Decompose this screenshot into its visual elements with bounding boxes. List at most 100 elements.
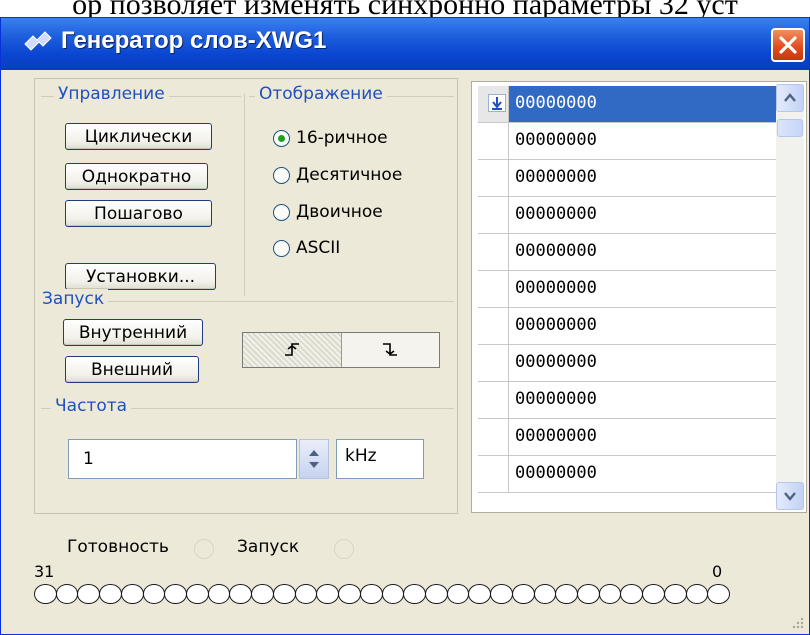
chevron-down-icon xyxy=(784,492,796,501)
row-gutter xyxy=(478,160,509,196)
word-row[interactable]: 00000000 xyxy=(478,456,778,493)
bit-terminal[interactable] xyxy=(359,584,383,604)
word-value: 00000000 xyxy=(515,130,597,150)
bit-terminal[interactable] xyxy=(490,584,513,604)
radio-binary-dot[interactable] xyxy=(273,203,290,221)
cyclic-button[interactable]: Циклически xyxy=(65,123,212,150)
radio-decimal-dot[interactable] xyxy=(273,166,290,184)
row-gutter xyxy=(478,86,509,122)
spin-down-icon[interactable] xyxy=(309,462,319,468)
word-row[interactable]: 00000000 xyxy=(478,123,778,160)
trigger-group-title: Запуск xyxy=(38,289,109,309)
bit-terminal[interactable] xyxy=(642,584,665,604)
bit-terminal[interactable] xyxy=(251,584,274,604)
bit-terminal[interactable] xyxy=(707,584,730,604)
external-trigger-button[interactable]: Внешний xyxy=(65,356,199,383)
bit-terminal[interactable] xyxy=(663,584,687,604)
ready-indicator xyxy=(194,539,214,559)
bit-terminal[interactable] xyxy=(272,584,296,604)
spin-up-icon[interactable] xyxy=(309,450,319,456)
radio-decimal[interactable]: Десятичное xyxy=(273,165,402,185)
bit-terminal[interactable] xyxy=(685,584,709,604)
bit-terminal[interactable] xyxy=(34,584,57,604)
word-row[interactable]: 00000000 xyxy=(478,160,778,197)
settings-button[interactable]: Установки... xyxy=(65,263,216,290)
word-row[interactable]: 00000000 xyxy=(478,345,778,382)
output-bit-terminals xyxy=(34,584,730,606)
single-button[interactable]: Однократно xyxy=(65,163,208,190)
word-row[interactable]: 00000000 xyxy=(478,419,778,456)
radio-hex-dot[interactable] xyxy=(273,129,290,147)
frequency-unit-select[interactable]: kHz xyxy=(336,439,424,479)
bit-terminal[interactable] xyxy=(142,584,166,604)
scroll-up-button[interactable] xyxy=(776,84,804,112)
word-row[interactable]: 00000000 xyxy=(478,382,778,419)
word-value: 00000000 xyxy=(515,352,597,372)
frequency-spinner[interactable] xyxy=(299,439,329,479)
bit-terminal[interactable] xyxy=(511,584,535,604)
step-button[interactable]: Пошагово xyxy=(65,200,212,227)
resize-grip-icon[interactable] xyxy=(791,616,805,630)
word-list-grid: 00000000 00000000 00000000 00000000 00000000… xyxy=(478,86,778,510)
word-row[interactable]: 00000000 xyxy=(478,271,778,308)
word-list-scrollbar[interactable] xyxy=(776,84,804,510)
radio-binary[interactable]: Двоичное xyxy=(273,202,383,222)
word-value: 00000000 xyxy=(515,389,597,409)
run-label: Запуск xyxy=(237,537,300,557)
bit-terminal[interactable] xyxy=(55,584,79,604)
bit-terminal[interactable] xyxy=(468,584,492,604)
word-row[interactable]: 00000000 xyxy=(478,308,778,345)
bit-terminal[interactable] xyxy=(533,584,557,604)
radio-hex-label: 16-ричное xyxy=(296,128,388,148)
word-row[interactable]: 00000000 xyxy=(478,86,778,123)
bit-terminal[interactable] xyxy=(576,584,600,604)
word-value: 00000000 xyxy=(515,167,597,187)
row-gutter xyxy=(478,308,509,344)
bit-terminal[interactable] xyxy=(294,584,318,604)
internal-trigger-button[interactable]: Внутренний xyxy=(63,319,203,346)
word-generator-icon xyxy=(23,30,53,56)
title-bar[interactable]: Генератор слов-XWG1 xyxy=(1,18,809,70)
bit-terminal[interactable] xyxy=(555,584,578,604)
bit-terminal[interactable] xyxy=(229,584,253,604)
bit-terminal[interactable] xyxy=(620,584,644,604)
bit-terminal[interactable] xyxy=(424,584,448,604)
radio-hex[interactable]: 16-ричное xyxy=(273,128,388,148)
row-gutter xyxy=(478,419,509,455)
word-list: 00000000 00000000 00000000 00000000 00000000… xyxy=(471,81,807,513)
bit-terminal[interactable] xyxy=(207,584,231,604)
radio-ascii[interactable]: ASCII xyxy=(273,238,340,258)
close-button[interactable] xyxy=(771,28,805,62)
falling-edge-button[interactable] xyxy=(342,333,440,367)
window-title: Генератор слов-XWG1 xyxy=(61,27,327,54)
bit-terminal[interactable] xyxy=(120,584,144,604)
bit-terminal[interactable] xyxy=(316,584,340,604)
bit-low-label: 0 xyxy=(712,562,723,581)
bit-terminal[interactable] xyxy=(164,584,188,604)
frequency-input[interactable]: 1 xyxy=(68,439,297,479)
row-gutter xyxy=(478,345,509,381)
close-icon xyxy=(779,36,797,54)
row-gutter xyxy=(478,197,509,233)
bit-terminal[interactable] xyxy=(598,584,622,604)
bit-terminal[interactable] xyxy=(77,584,101,604)
bit-terminal[interactable] xyxy=(446,584,470,604)
word-value: 00000000 xyxy=(515,463,597,483)
word-value: 00000000 xyxy=(515,278,597,298)
rising-edge-button[interactable] xyxy=(243,333,342,367)
word-row[interactable]: 00000000 xyxy=(478,197,778,234)
bit-terminal[interactable] xyxy=(99,584,122,604)
chevron-up-icon xyxy=(784,93,796,102)
current-word-pointer-icon xyxy=(488,94,506,112)
row-gutter xyxy=(478,271,509,307)
word-row[interactable]: 00000000 xyxy=(478,234,778,271)
bit-terminal[interactable] xyxy=(186,584,209,604)
bit-terminal[interactable] xyxy=(338,584,361,604)
radio-ascii-dot[interactable] xyxy=(273,239,290,257)
bit-terminal[interactable] xyxy=(403,584,426,604)
falling-edge-icon xyxy=(383,343,398,356)
scroll-thumb[interactable] xyxy=(777,119,803,137)
bit-terminal[interactable] xyxy=(381,584,405,604)
scroll-down-button[interactable] xyxy=(776,482,804,510)
frequency-group-title: Частота xyxy=(51,396,132,416)
